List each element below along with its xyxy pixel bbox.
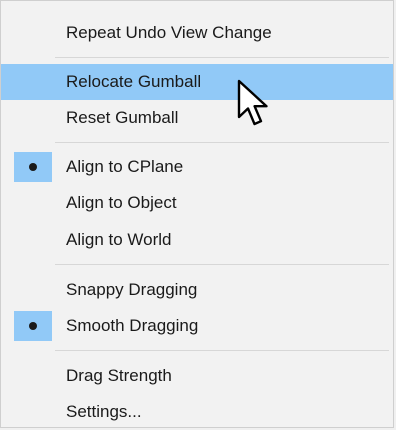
arrow-pointer-icon xyxy=(237,79,268,126)
menu-item-smooth-dragging[interactable]: Smooth Dragging xyxy=(1,308,393,344)
menu-item-repeat-undo-view-change[interactable]: Repeat Undo View Change xyxy=(1,15,393,51)
menu-item-label: Align to World xyxy=(66,230,172,249)
menu-separator xyxy=(55,350,389,351)
menu-separator xyxy=(55,57,389,58)
context-menu: Repeat Undo View Change Relocate Gumball… xyxy=(0,0,394,428)
menu-item-label: Smooth Dragging xyxy=(66,316,199,335)
radio-check-cell xyxy=(14,152,52,182)
radio-check-cell xyxy=(14,311,52,341)
menu-item-label: Settings... xyxy=(66,402,142,421)
menu-separator xyxy=(55,142,389,143)
menu-item-drag-strength[interactable]: Drag Strength xyxy=(1,358,393,394)
menu-item-align-to-object[interactable]: Align to Object xyxy=(1,185,393,221)
menu-separator xyxy=(55,264,389,265)
menu-item-settings[interactable]: Settings... xyxy=(1,394,393,430)
menu-item-reset-gumball[interactable]: Reset Gumball xyxy=(1,100,393,136)
menu-item-relocate-gumball[interactable]: Relocate Gumball xyxy=(1,64,393,100)
bullet-icon xyxy=(29,322,37,330)
menu-item-label: Drag Strength xyxy=(66,366,172,385)
menu-item-snappy-dragging[interactable]: Snappy Dragging xyxy=(1,272,393,308)
menu-item-label: Relocate Gumball xyxy=(66,72,202,91)
menu-item-align-to-cplane[interactable]: Align to CPlane xyxy=(1,149,393,185)
menu-item-label: Align to Object xyxy=(66,193,177,212)
menu-item-label: Align to CPlane xyxy=(66,157,184,176)
menu-item-label: Snappy Dragging xyxy=(66,280,198,299)
bullet-icon xyxy=(29,163,37,171)
menu-item-label: Reset Gumball xyxy=(66,108,179,127)
menu-item-align-to-world[interactable]: Align to World xyxy=(1,222,393,258)
menu-item-label: Repeat Undo View Change xyxy=(66,23,272,42)
